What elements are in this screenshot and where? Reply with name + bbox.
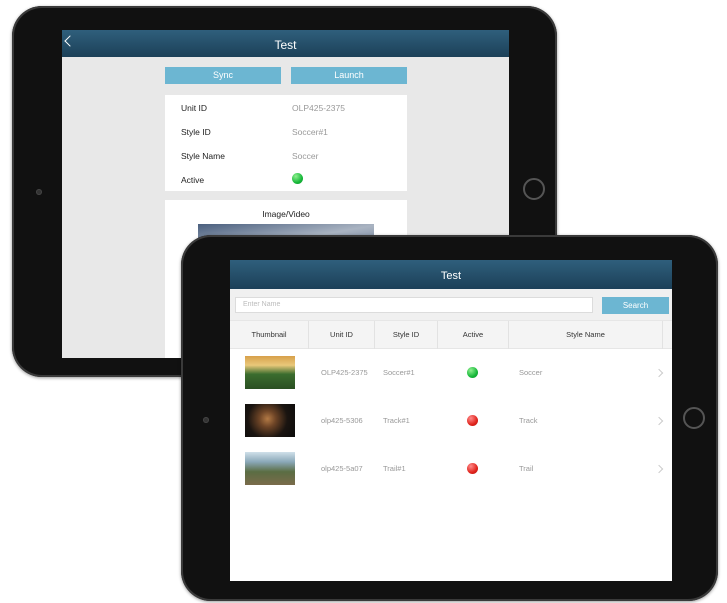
thumbnail-image xyxy=(245,404,295,437)
cell-style-name: Track xyxy=(519,416,538,425)
table-header: Thumbnail Unit ID Style ID Active Style … xyxy=(230,320,672,350)
active-status-icon xyxy=(292,173,303,184)
row-chevron-icon[interactable] xyxy=(654,368,664,378)
detail-label: Unit ID xyxy=(181,103,207,113)
home-button[interactable] xyxy=(523,178,545,200)
cell-style-id: Soccer#1 xyxy=(383,368,415,377)
column-header-thumbnail[interactable]: Thumbnail xyxy=(230,321,308,350)
unit-details-card: Unit ID OLP425-2375 Style ID Soccer#1 St… xyxy=(165,95,407,191)
detail-row-style-name: Style Name Soccer xyxy=(165,143,407,167)
detail-value: Soccer#1 xyxy=(292,127,328,137)
cell-unit-id: olp425-5a07 xyxy=(321,464,363,473)
column-header-active[interactable]: Active xyxy=(438,321,508,350)
detail-value: Soccer xyxy=(292,151,319,161)
thumbnail-image xyxy=(245,452,295,485)
table-row[interactable]: olp425-5306 Track#1 Track xyxy=(230,397,672,445)
detail-label: Style ID xyxy=(181,127,211,137)
active-status-icon xyxy=(467,367,478,378)
back-app-header: Test xyxy=(62,30,509,57)
search-bar: Enter Name Search xyxy=(230,289,672,320)
row-chevron-icon[interactable] xyxy=(654,416,664,426)
cell-unit-id: OLP425-2375 xyxy=(321,368,368,377)
column-divider xyxy=(662,321,663,350)
thumbnail-image xyxy=(245,356,295,389)
detail-label: Active xyxy=(181,175,205,185)
detail-label: Style Name xyxy=(181,151,225,161)
column-header-style-id[interactable]: Style ID xyxy=(375,321,437,350)
launch-button[interactable]: Launch xyxy=(291,67,407,84)
front-tablet-screen: Test Enter Name Search Thumbnail Unit ID… xyxy=(230,260,672,581)
column-header-unit-id[interactable]: Unit ID xyxy=(309,321,374,350)
cell-style-name: Soccer xyxy=(519,368,543,377)
cell-style-id: Trail#1 xyxy=(383,464,406,473)
cell-unit-id: olp425-5306 xyxy=(321,416,363,425)
camera-icon xyxy=(36,189,42,195)
search-button[interactable]: Search xyxy=(602,297,669,314)
row-chevron-icon[interactable] xyxy=(654,464,664,474)
media-title: Image/Video xyxy=(262,209,310,219)
detail-row-unit-id: Unit ID OLP425-2375 xyxy=(165,95,407,119)
front-tablet-frame: Test Enter Name Search Thumbnail Unit ID… xyxy=(181,235,718,601)
detail-value: OLP425-2375 xyxy=(292,103,345,113)
front-app-title: Test xyxy=(440,270,462,282)
cell-style-name: Trail xyxy=(519,464,534,473)
front-app-header: Test xyxy=(230,260,672,289)
detail-row-active: Active xyxy=(165,167,407,191)
column-header-style-name[interactable]: Style Name xyxy=(509,321,662,350)
inactive-status-icon xyxy=(467,415,478,426)
sync-button[interactable]: Sync xyxy=(165,67,281,84)
search-input[interactable]: Enter Name xyxy=(235,297,593,313)
camera-icon xyxy=(203,417,209,423)
table-row[interactable]: olp425-5a07 Trail#1 Trail xyxy=(230,445,672,493)
detail-row-style-id: Style ID Soccer#1 xyxy=(165,119,407,143)
cell-style-id: Track#1 xyxy=(383,416,410,425)
table-row[interactable]: OLP425-2375 Soccer#1 Soccer xyxy=(230,349,672,397)
inactive-status-icon xyxy=(467,463,478,474)
home-button[interactable] xyxy=(683,407,705,429)
back-app-title: Test xyxy=(274,38,297,52)
back-chevron-icon[interactable] xyxy=(64,35,76,47)
